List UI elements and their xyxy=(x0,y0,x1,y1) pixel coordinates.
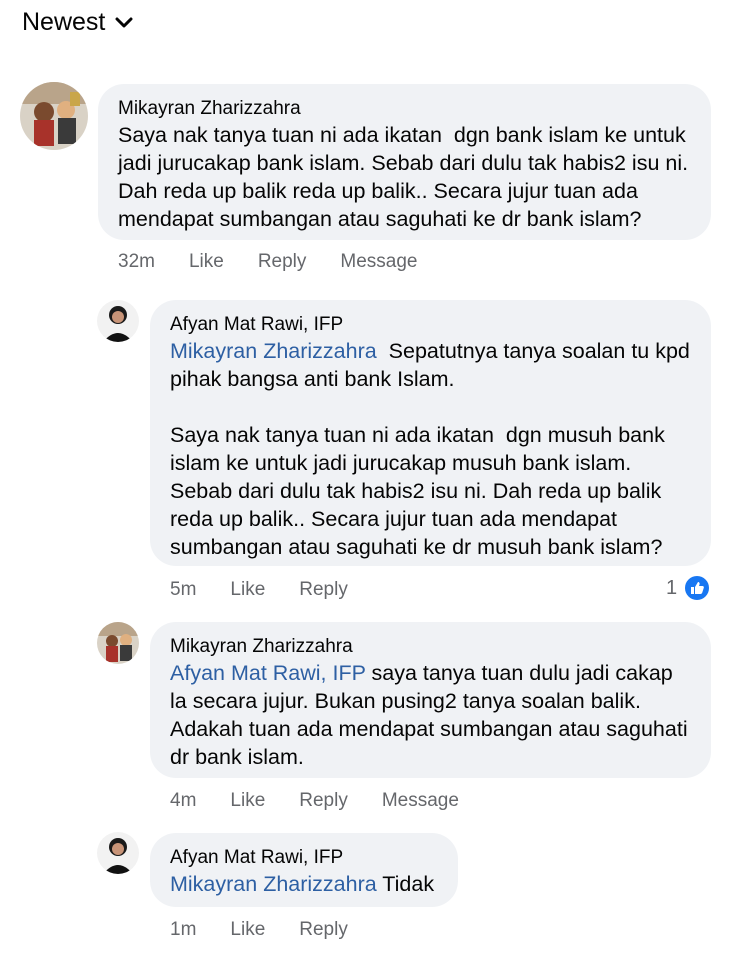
sort-label: Newest xyxy=(22,8,106,36)
reaction-summary[interactable]: 1 xyxy=(666,574,712,602)
mention-link[interactable]: Mikayran Zharizzahra xyxy=(170,339,377,363)
comment-time[interactable]: 4m xyxy=(170,790,196,812)
comment-actions: 5m Like Reply xyxy=(170,579,382,601)
comment-author[interactable]: Afyan Mat Rawi, IFP xyxy=(170,312,691,337)
message-button[interactable]: Message xyxy=(340,251,417,273)
comment-actions: 4m Like Reply Message xyxy=(170,790,493,812)
avatar[interactable] xyxy=(97,300,139,342)
comment-bubble: Mikayran Zharizzahra Saya nak tanya tuan… xyxy=(98,84,711,240)
reply-button[interactable]: Reply xyxy=(258,251,307,273)
comment-bubble: Mikayran Zharizzahra Afyan Mat Rawi, IFP… xyxy=(150,622,711,778)
comment-author[interactable]: Mikayran Zharizzahra xyxy=(118,96,691,121)
comment-time[interactable]: 5m xyxy=(170,579,196,601)
avatar[interactable] xyxy=(97,832,139,874)
comment-text: Saya nak tanya tuan ni ada ikatan dgn ba… xyxy=(118,123,695,231)
comment-author[interactable]: Afyan Mat Rawi, IFP xyxy=(170,845,438,870)
comment-time[interactable]: 32m xyxy=(118,251,155,273)
comment-actions: 1m Like Reply xyxy=(170,919,382,941)
comment-text-content: Tidak xyxy=(376,872,435,896)
comment-author[interactable]: Mikayran Zharizzahra xyxy=(170,634,691,659)
reply-button[interactable]: Reply xyxy=(299,579,348,601)
like-button[interactable]: Like xyxy=(230,790,265,812)
message-button[interactable]: Message xyxy=(382,790,459,812)
comment-actions: 32m Like Reply Message xyxy=(118,251,452,273)
mention-link[interactable]: Afyan Mat Rawi, IFP xyxy=(170,661,366,685)
sort-dropdown[interactable]: Newest xyxy=(22,8,133,37)
mention-link[interactable]: Mikayran Zharizzahra xyxy=(170,872,377,896)
comment-bubble: Afyan Mat Rawi, IFP Mikayran Zharizzahra… xyxy=(150,833,458,907)
like-button[interactable]: Like xyxy=(230,579,265,601)
chevron-down-icon xyxy=(115,17,133,27)
like-button[interactable]: Like xyxy=(230,919,265,941)
comment-text-content: Sepatutnya tanya soalan tu kpd pihak ban… xyxy=(170,339,690,559)
reply-button[interactable]: Reply xyxy=(299,790,348,812)
like-button[interactable]: Like xyxy=(189,251,224,273)
avatar[interactable] xyxy=(20,82,88,150)
comment-bubble: Afyan Mat Rawi, IFP Mikayran Zharizzahra… xyxy=(150,300,711,566)
reaction-count: 1 xyxy=(666,576,678,599)
reply-button[interactable]: Reply xyxy=(299,919,348,941)
comment-text: Mikayran Zharizzahra Tidak xyxy=(170,870,438,898)
comment-text: Afyan Mat Rawi, IFP saya tanya tuan dulu… xyxy=(170,659,691,771)
thumbs-up-icon xyxy=(683,574,712,602)
avatar[interactable] xyxy=(97,622,139,664)
comment-text: Mikayran Zharizzahra Sepatutnya tanya so… xyxy=(170,337,691,561)
comment-time[interactable]: 1m xyxy=(170,919,196,941)
